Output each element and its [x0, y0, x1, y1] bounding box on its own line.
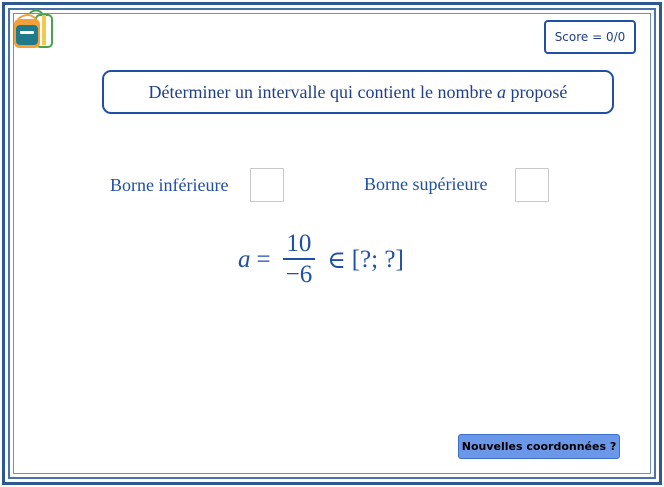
equals-sign: =	[256, 246, 271, 273]
score-display: Score = 0/0	[544, 20, 636, 54]
upper-bound-input[interactable]	[515, 168, 549, 202]
formula: a = 10 −6 ∈ [?; ?]	[238, 228, 404, 292]
instruction-text: Déterminer un intervalle qui contient le…	[148, 81, 497, 102]
instruction-variable: a	[496, 81, 506, 102]
interval: [?; ?]	[351, 246, 404, 273]
fraction-numerator: 10	[286, 230, 312, 258]
new-coordinates-button[interactable]: Nouvelles coordonnées ?	[458, 434, 620, 459]
instruction-banner: Déterminer un intervalle qui contient le…	[102, 70, 614, 114]
fraction: 10 −6	[282, 230, 316, 290]
formula-variable: a	[238, 246, 251, 273]
fraction-denominator: −6	[285, 260, 313, 288]
element-of-sign: ∈	[327, 247, 346, 274]
lower-bound-input[interactable]	[250, 168, 284, 202]
backpack-icon	[14, 9, 53, 48]
instruction-text-end: proposé	[505, 81, 568, 102]
upper-bound-label: Borne supérieure	[364, 174, 488, 194]
lower-bound-label: Borne inférieure	[110, 175, 229, 195]
